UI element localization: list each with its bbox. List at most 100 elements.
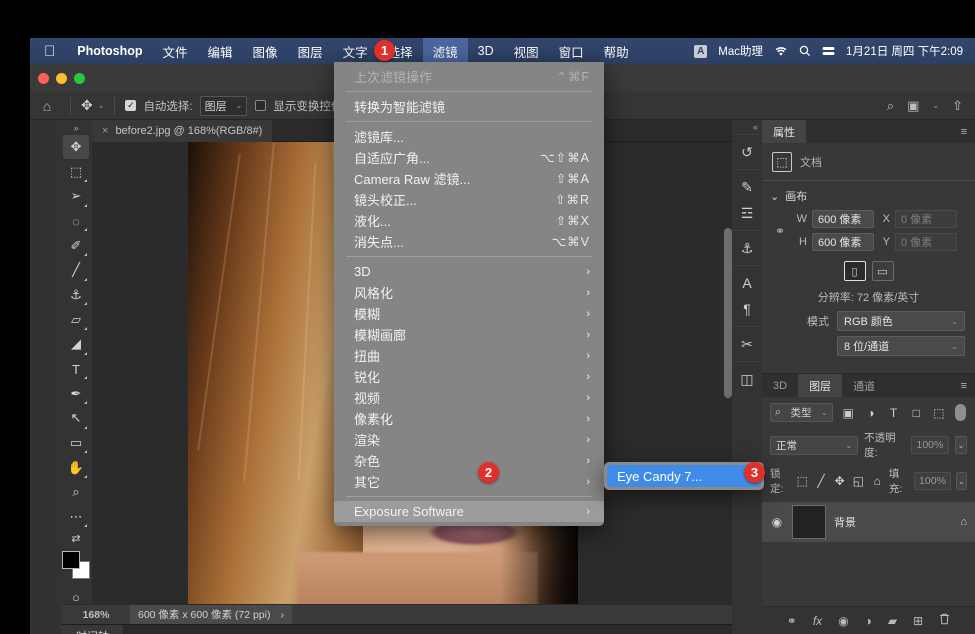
home-icon[interactable]: ⌂	[30, 98, 64, 114]
collapse-panels-icon[interactable]: «	[732, 120, 762, 134]
apple-menu-icon[interactable]: 	[30, 38, 67, 64]
canvas-section-header[interactable]: ⌄ 画布	[762, 186, 975, 208]
menu-edit[interactable]: 编辑	[198, 38, 243, 64]
menu-item-3d[interactable]: 3D ›	[334, 261, 604, 282]
layers-menu-icon[interactable]: ≡	[961, 374, 975, 397]
menu-item-blur-gallery[interactable]: 模糊画廊 ›	[334, 324, 604, 345]
link-layers-icon[interactable]: ⚭	[787, 614, 797, 628]
control-center-icon[interactable]	[822, 46, 835, 57]
lasso-tool[interactable]: ➢	[63, 184, 89, 209]
datetime-label[interactable]: 1月21日 周四 下午2:09	[846, 43, 963, 59]
menu-layer[interactable]: 图层	[288, 38, 333, 64]
gradient-tool[interactable]: ◢	[63, 332, 89, 357]
bit-depth-select[interactable]: 8 位/通道 ⌄	[837, 336, 965, 356]
eyedropper-tool[interactable]: ✐	[63, 233, 89, 258]
menu-item-pixelate[interactable]: 像素化 ›	[334, 408, 604, 429]
tab-layers[interactable]: 图层	[798, 374, 843, 397]
landscape-orientation-button[interactable]: ▭	[871, 261, 894, 281]
layer-visibility-icon[interactable]: ◉	[770, 515, 784, 529]
menu-image[interactable]: 图像	[243, 38, 288, 64]
color-mode-select[interactable]: RGB 颜色 ⌄	[837, 311, 965, 331]
filter-pixel-icon[interactable]: ▣	[841, 406, 856, 420]
clone-stamp-tool[interactable]: ⚓	[63, 283, 89, 308]
share-icon[interactable]: ⇧	[952, 98, 963, 114]
fill-stepper[interactable]: ⌄	[955, 472, 967, 490]
history-icon[interactable]: ↺	[735, 139, 759, 165]
document-size-info[interactable]: 600 像素 x 600 像素 (72 ppi) ›	[130, 605, 292, 624]
pen-tool[interactable]: ✒	[63, 381, 89, 406]
menu-item-convert-smart-filter[interactable]: 转换为智能滤镜	[334, 96, 604, 117]
lock-transparent-icon[interactable]: ⬚	[795, 474, 809, 488]
collapse-tools-icon[interactable]: »	[73, 122, 78, 135]
height-input[interactable]: 600 像素	[812, 233, 874, 251]
menu-item-last-filter[interactable]: 上次滤镜操作 ⌃⌘F	[334, 66, 604, 87]
tool-presets-icon[interactable]: ✂	[735, 331, 759, 357]
spotlight-search-icon[interactable]	[799, 45, 811, 57]
chevron-right-icon[interactable]: ›	[280, 609, 284, 621]
link-dimensions-icon[interactable]: ⚭	[770, 224, 790, 238]
menu-item-stylize[interactable]: 风格化 ›	[334, 282, 604, 303]
filter-type-text-icon[interactable]: T	[886, 406, 901, 420]
menu-item-adaptive-wide-angle[interactable]: 自适应广角... ⌥⇧⌘A	[334, 147, 604, 168]
type-tool[interactable]: T	[63, 357, 89, 382]
filter-toggle-switch[interactable]	[954, 403, 967, 422]
active-tool-indicator[interactable]: ✥ ⌄	[77, 97, 108, 114]
menu-view[interactable]: 视图	[504, 38, 549, 64]
canvas-vertical-scrollbar[interactable]	[724, 228, 732, 398]
fill-input[interactable]: 100%	[914, 472, 951, 490]
libraries-icon[interactable]: ◫	[735, 366, 759, 392]
mac-assistant-label[interactable]: Mac助理	[718, 43, 763, 59]
lock-image-icon[interactable]: ╱	[814, 474, 828, 488]
chevron-down-icon[interactable]: ⌄	[98, 101, 105, 110]
submenu-item-eye-candy[interactable]: Eye Candy 7...	[607, 465, 761, 487]
filter-type-select[interactable]: ⌕ 类型 ⌄	[770, 403, 833, 422]
search-icon[interactable]: ⌕	[887, 98, 894, 114]
more-tools-icon[interactable]: ⋯	[63, 505, 89, 530]
quick-select-tool[interactable]: ◌	[63, 209, 89, 234]
tab-timeline[interactable]: 时间轴	[62, 625, 123, 634]
layer-style-icon[interactable]: fx	[813, 614, 822, 628]
portrait-orientation-button[interactable]: ▯	[843, 261, 866, 281]
y-input[interactable]: 0 像素	[895, 233, 957, 251]
menu-file[interactable]: 文件	[153, 38, 198, 64]
eraser-tool[interactable]: ▱	[63, 307, 89, 332]
brush-tool[interactable]: ╱	[63, 258, 89, 283]
maximize-window-button[interactable]	[74, 73, 85, 84]
lock-nesting-icon[interactable]: ◱	[852, 474, 866, 488]
adjustment-layer-icon[interactable]: ◑	[865, 614, 872, 628]
menu-item-vanishing-point[interactable]: 消失点... ⌥⌘V	[334, 231, 604, 252]
lock-all-icon[interactable]: ⌂	[870, 474, 884, 488]
lock-position-icon[interactable]: ✥	[833, 474, 847, 488]
new-group-icon[interactable]: ▰	[888, 614, 897, 628]
swap-colors-icon[interactable]: ⇄	[63, 529, 89, 547]
tab-3d[interactable]: 3D	[762, 374, 798, 397]
close-window-button[interactable]	[38, 73, 49, 84]
menu-item-render[interactable]: 渲染 ›	[334, 429, 604, 450]
menu-window[interactable]: 窗口	[549, 38, 594, 64]
menu-item-other[interactable]: 其它 ›	[334, 471, 604, 492]
tab-properties[interactable]: 属性	[762, 120, 806, 143]
layer-thumbnail[interactable]	[792, 505, 826, 539]
blend-mode-select[interactable]: 正常 ⌄	[770, 435, 859, 455]
properties-menu-icon[interactable]: ≡	[961, 120, 975, 143]
menu-item-lens-correction[interactable]: 镜头校正... ⇧⌘R	[334, 189, 604, 210]
menu-item-noise[interactable]: 杂色 ›	[334, 450, 604, 471]
character-icon[interactable]: A	[735, 270, 759, 296]
chevron-down-icon[interactable]: ⌄	[932, 101, 939, 110]
layer-mask-icon[interactable]: ◉	[838, 614, 848, 628]
zoom-tool[interactable]: ⌕	[63, 480, 89, 505]
menu-photoshop[interactable]: Photoshop	[67, 38, 152, 64]
close-icon[interactable]: ×	[102, 125, 108, 137]
menu-help[interactable]: 帮助	[594, 38, 639, 64]
auto-select-dropdown[interactable]: 图层 ⌄	[199, 95, 248, 116]
minimize-window-button[interactable]	[56, 73, 67, 84]
menu-item-camera-raw-filter[interactable]: Camera Raw 滤镜... ⇧⌘A	[334, 168, 604, 189]
menu-item-exposure-software[interactable]: Exposure Software ›	[334, 501, 604, 522]
hand-tool[interactable]: ✋	[63, 455, 89, 480]
color-swatches[interactable]	[62, 551, 90, 580]
zoom-level[interactable]: 168%	[62, 609, 130, 621]
filter-shape-icon[interactable]: □	[909, 406, 924, 420]
menu-type[interactable]: 文字	[333, 38, 378, 64]
shape-tool[interactable]: ▭	[63, 431, 89, 456]
path-select-tool[interactable]: ↖	[63, 406, 89, 431]
